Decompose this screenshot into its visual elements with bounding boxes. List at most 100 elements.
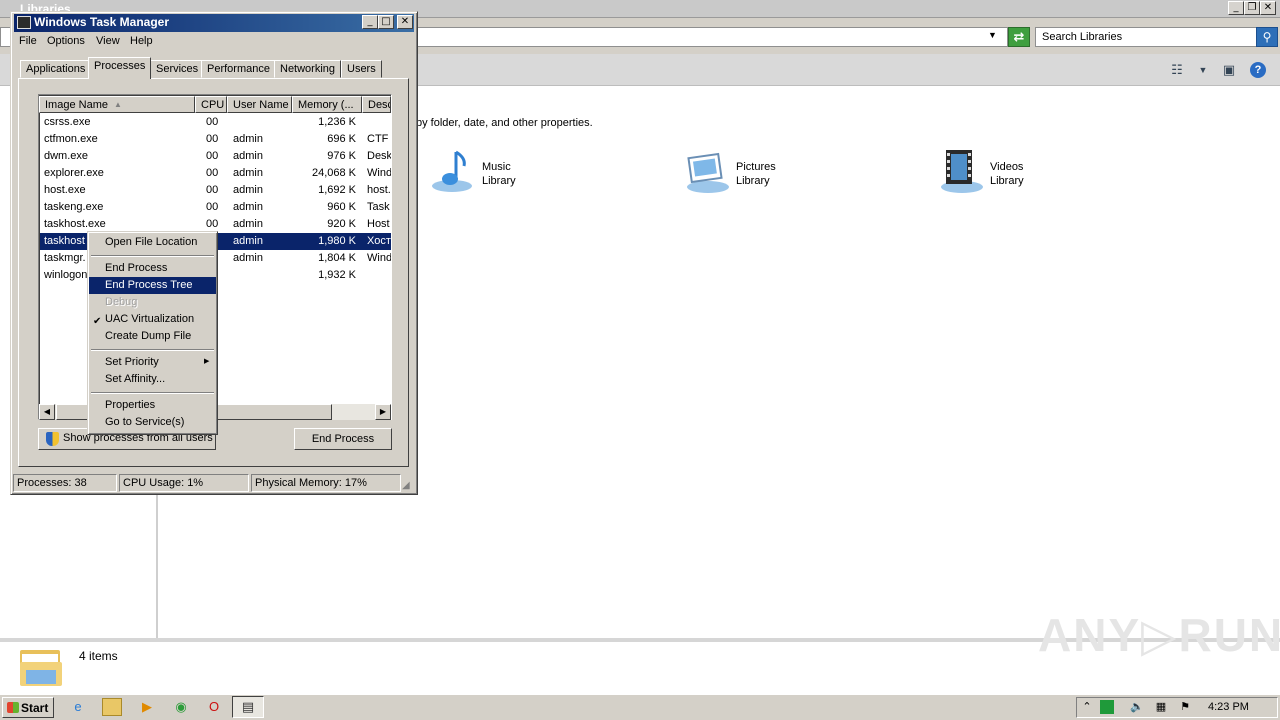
process-user: admin <box>233 150 263 162</box>
view-options-icon[interactable]: ☷ <box>1168 62 1186 78</box>
process-user: admin <box>233 184 263 196</box>
table-row[interactable]: dwm.exe 00 admin 976 K Desk <box>40 148 391 165</box>
column-memory[interactable]: Memory (... <box>292 96 362 113</box>
process-user: admin <box>233 218 263 230</box>
menu-view[interactable]: View <box>96 35 120 47</box>
tab-applications[interactable]: Applications <box>20 60 92 78</box>
process-user: admin <box>233 133 263 145</box>
refresh-icon[interactable]: ⇄ <box>1008 27 1030 47</box>
column-description[interactable]: Desc <box>362 96 391 113</box>
process-description: Wind <box>367 252 391 264</box>
explorer-taskbar-icon[interactable] <box>102 698 122 716</box>
process-description: Task <box>367 201 390 213</box>
music-library-label: Music Library <box>482 161 516 187</box>
scroll-left-button[interactable]: ◀ <box>39 404 55 420</box>
process-memory: 1,692 K <box>318 184 356 196</box>
menu-options[interactable]: Options <box>47 35 85 47</box>
menu-file[interactable]: File <box>19 35 37 47</box>
ctx-debug: Debug <box>105 296 138 308</box>
process-cpu: 00 <box>206 184 219 196</box>
table-row[interactable]: ctfmon.exe 00 admin 696 K CTF L <box>40 131 391 148</box>
task-manager-title: Windows Task Manager <box>34 15 170 29</box>
help-icon[interactable]: ? <box>1250 62 1266 78</box>
internet-explorer-icon[interactable]: e <box>68 698 88 716</box>
process-memory: 1,932 K <box>318 269 356 281</box>
tab-networking[interactable]: Networking <box>274 60 342 78</box>
videos-library[interactable]: Videos Library <box>938 148 1138 198</box>
explorer-minimize-button[interactable]: _ <box>1228 1 1244 15</box>
start-button[interactable]: Start <box>2 697 54 718</box>
tab-services[interactable]: Services <box>150 60 205 78</box>
search-input[interactable]: Search Libraries <box>1035 27 1257 47</box>
pictures-library[interactable]: Pictures Library <box>684 148 884 198</box>
action-center-flag-icon[interactable]: ⚑ <box>1178 700 1192 714</box>
ctx-end-process-tree[interactable]: End Process Tree <box>89 277 216 294</box>
opera-icon[interactable]: O <box>204 698 224 716</box>
process-description: Host <box>367 218 390 230</box>
checkmark-icon: ✔ <box>93 316 102 327</box>
column-user-name[interactable]: User Name <box>227 96 292 113</box>
menu-separator <box>91 349 214 351</box>
ctx-end-process[interactable]: End Process <box>89 260 216 277</box>
windows-logo-icon <box>7 702 19 713</box>
table-row[interactable]: csrss.exe 00 1,236 K <box>40 114 391 131</box>
ctx-go-to-services[interactable]: Go to Service(s) <box>89 414 216 431</box>
process-name: dwm.exe <box>44 150 89 162</box>
ctx-set-priority[interactable]: Set Priority <box>89 354 216 371</box>
process-description: CTF L <box>367 133 391 145</box>
music-library-icon <box>432 150 472 192</box>
submenu-arrow-icon: ▶ <box>204 358 210 365</box>
videos-library-icon <box>941 150 983 193</box>
resize-grip-icon[interactable]: ◢ <box>402 480 414 492</box>
show-hidden-icons-icon[interactable]: ⌃ <box>1080 700 1094 714</box>
explorer-restore-button[interactable]: ❐ <box>1244 1 1260 15</box>
process-description: Хост <box>367 235 391 247</box>
preview-pane-icon[interactable]: ▣ <box>1220 62 1238 78</box>
media-player-icon[interactable]: ▶ <box>137 698 157 716</box>
tab-users[interactable]: Users <box>341 60 382 78</box>
process-cpu: 00 <box>206 201 219 213</box>
clock[interactable]: 4:23 PM <box>1208 701 1249 713</box>
tab-processes[interactable]: Processes <box>88 57 152 79</box>
search-icon[interactable]: ⚲ <box>1256 27 1278 47</box>
explorer-close-button[interactable]: ✕ <box>1260 1 1276 15</box>
table-row[interactable]: explorer.exe 00 admin 24,068 K Wind <box>40 165 391 182</box>
process-memory: 24,068 K <box>311 167 356 179</box>
network-activity-icon[interactable] <box>1100 700 1114 714</box>
music-library[interactable]: Music Library <box>430 148 630 198</box>
chrome-icon[interactable]: ◉ <box>171 698 191 716</box>
menu-separator <box>91 255 214 257</box>
close-button[interactable]: ✕ <box>397 15 413 29</box>
column-cpu[interactable]: CPU <box>195 96 227 113</box>
process-description: Wind <box>367 167 391 179</box>
status-processes: Processes: 38 <box>13 474 117 492</box>
ctx-create-dump-file[interactable]: Create Dump File <box>89 328 216 345</box>
network-icon[interactable]: ▦ <box>1154 700 1168 714</box>
sort-ascending-icon: ▲ <box>114 100 122 109</box>
address-dropdown-icon[interactable]: ▼ <box>988 30 997 40</box>
minimize-button[interactable]: _ <box>362 15 378 29</box>
process-name: host.exe <box>44 184 86 196</box>
libraries-folder-icon <box>20 650 62 686</box>
ctx-uac-virtualization[interactable]: UAC Virtualization <box>89 311 216 328</box>
scroll-right-button[interactable]: ▶ <box>375 404 391 420</box>
table-row[interactable]: host.exe 00 admin 1,692 K host. <box>40 182 391 199</box>
end-process-button[interactable]: End Process <box>294 428 392 450</box>
ctx-set-affinity[interactable]: Set Affinity... <box>89 371 216 388</box>
table-row[interactable]: taskeng.exe 00 admin 960 K Task <box>40 199 391 216</box>
process-memory: 920 K <box>327 218 356 230</box>
menu-help[interactable]: Help <box>130 35 153 47</box>
process-cpu: 00 <box>206 150 219 162</box>
maximize-button[interactable]: □ <box>378 15 394 29</box>
pictures-library-icon <box>687 152 729 193</box>
pictures-library-label: Pictures Library <box>736 161 776 187</box>
volume-icon[interactable]: 🔈 <box>1130 700 1144 714</box>
process-memory: 1,980 K <box>318 235 356 247</box>
view-dropdown-icon[interactable]: ▼ <box>1194 62 1212 78</box>
tab-performance[interactable]: Performance <box>201 60 276 78</box>
menu-separator <box>91 392 214 394</box>
ctx-open-file-location[interactable]: Open File Location <box>89 234 216 251</box>
process-memory: 960 K <box>327 201 356 213</box>
ctx-properties[interactable]: Properties <box>89 397 216 414</box>
process-name: taskeng.exe <box>44 201 104 213</box>
